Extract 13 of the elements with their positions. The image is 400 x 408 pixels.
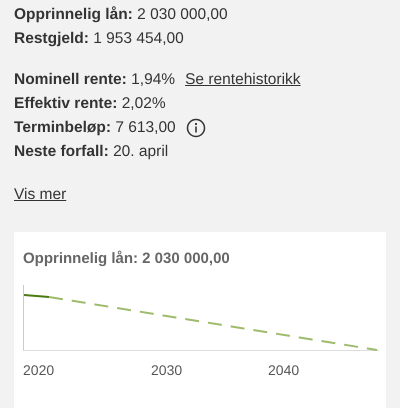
loan-detail: Restgjeld: 1 953 454,00 [14, 30, 184, 48]
axis-label: 2040 [268, 362, 300, 378]
show-more-link[interactable]: Vis mer [14, 186, 66, 204]
info-icon[interactable] [186, 118, 206, 138]
loan-detail: Terminbeløp: 7 613,00 [14, 119, 176, 137]
chart-title: Opprinnelig lån: 2 030 000,00 [23, 250, 231, 267]
axis-label: 2030 [151, 362, 182, 378]
loan-detail: Nominell rente: 1,94% [14, 71, 176, 89]
history-link[interactable]: Se rentehistorikk [185, 71, 301, 89]
loan-detail: Opprinnelig lån: 2 030 000,00 [14, 6, 228, 24]
loan-detail: Neste forfall: 20. april [14, 143, 168, 161]
axis-label: 2020 [23, 362, 54, 378]
loan-detail: Effektiv rente: 2,02% [14, 95, 166, 113]
